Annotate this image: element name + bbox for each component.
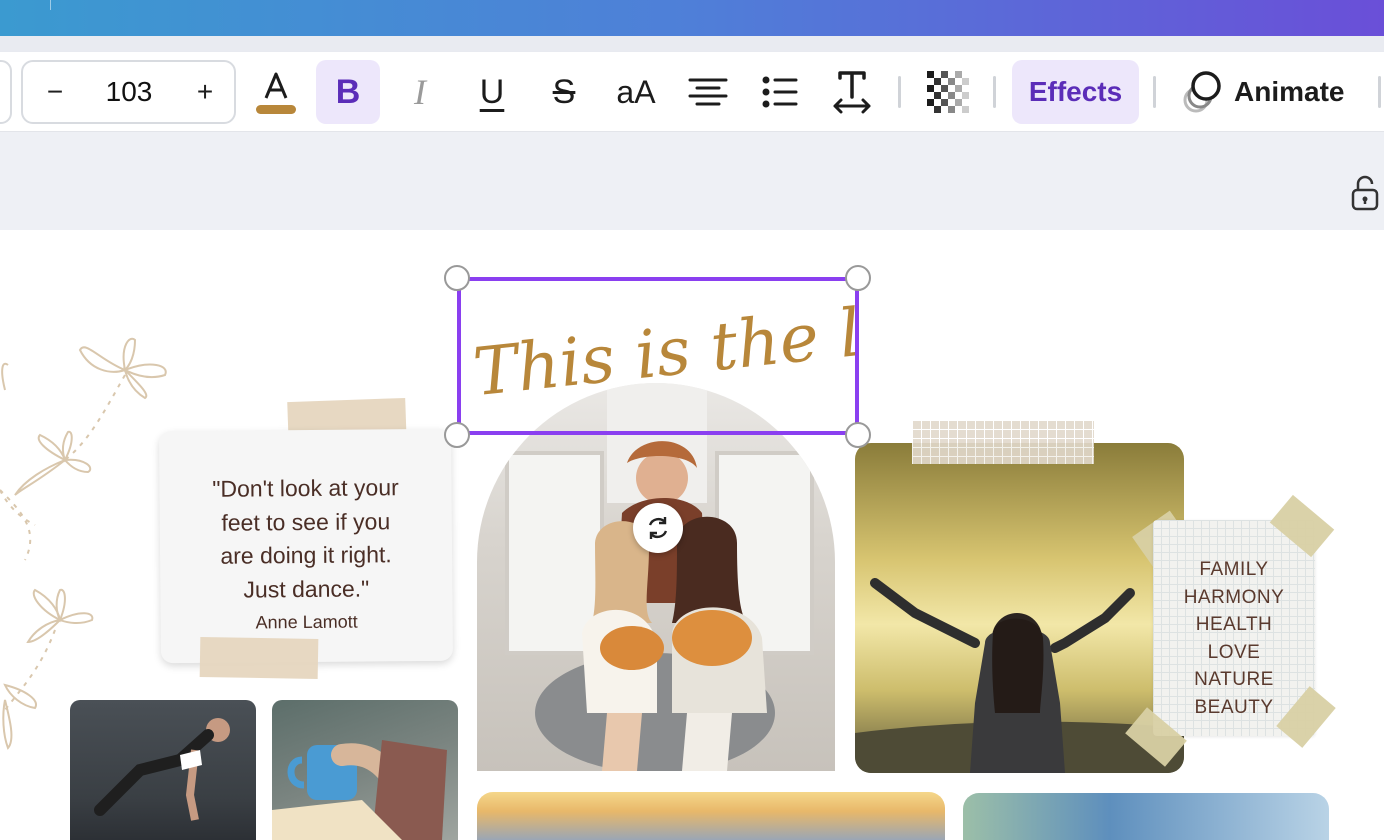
header-gap bbox=[0, 36, 1384, 52]
animate-icon bbox=[1183, 71, 1221, 113]
lock-icon bbox=[1351, 175, 1379, 211]
effects-button[interactable]: Effects bbox=[1012, 60, 1139, 124]
toolbar-divider bbox=[898, 76, 901, 108]
bold-icon: B bbox=[335, 72, 361, 111]
family-photo[interactable] bbox=[477, 383, 835, 771]
strikethrough-button[interactable]: S bbox=[536, 60, 592, 124]
font-size-input[interactable]: 103 bbox=[79, 74, 179, 110]
italic-icon: I bbox=[414, 72, 426, 112]
resize-handle-top-right[interactable] bbox=[845, 265, 871, 291]
list-button[interactable] bbox=[752, 60, 808, 124]
value-word: HARMONY bbox=[1183, 586, 1285, 608]
quote-line: are doing it right. bbox=[220, 541, 392, 569]
value-word: LOVE bbox=[1207, 641, 1261, 663]
header-divider bbox=[50, 0, 51, 10]
blue-sky-photo[interactable] bbox=[963, 793, 1329, 840]
floral-decoration bbox=[0, 337, 167, 750]
design-canvas[interactable]: "Don't look at your feet to see if you a… bbox=[0, 230, 1384, 840]
editor-header-bar bbox=[0, 0, 1384, 36]
resize-handle-bottom-right[interactable] bbox=[845, 422, 871, 448]
text-toolbar: − 103 + B I U S aA Effects Animate bbox=[0, 52, 1384, 132]
value-word: FAMILY bbox=[1199, 559, 1269, 580]
page-controls-bar bbox=[0, 132, 1384, 230]
text-color-icon bbox=[256, 72, 296, 114]
italic-button[interactable]: I bbox=[392, 60, 448, 124]
toolbar-divider bbox=[993, 76, 996, 108]
rotate-icon bbox=[648, 517, 668, 539]
quote-author: Anne Lamott bbox=[255, 611, 358, 633]
strikethrough-icon: S bbox=[552, 72, 576, 111]
underline-icon: U bbox=[479, 72, 505, 111]
letter-case-icon: aA bbox=[616, 73, 656, 110]
decrease-font-size-button[interactable]: − bbox=[37, 74, 73, 110]
letter-case-button[interactable]: aA bbox=[606, 60, 666, 124]
text-color-button[interactable] bbox=[248, 60, 304, 124]
quote-line: "Don't look at your bbox=[212, 474, 399, 502]
spacing-button[interactable] bbox=[824, 60, 880, 124]
animate-button[interactable]: Animate bbox=[1180, 60, 1370, 124]
resize-handle-top-left[interactable] bbox=[444, 265, 470, 291]
family-photo-illustration bbox=[505, 383, 814, 771]
quote-line: feet to see if you bbox=[221, 507, 391, 536]
title-text: This is the life bbox=[470, 285, 855, 411]
coffee-book-photo[interactable] bbox=[272, 700, 458, 840]
transparency-button[interactable] bbox=[920, 60, 976, 124]
rotate-button[interactable] bbox=[633, 503, 683, 553]
values-list: FAMILY HARMONY HEALTH LOVE NATURE BEAUTY bbox=[1153, 520, 1315, 721]
value-word: HEALTH bbox=[1195, 614, 1273, 635]
lock-button[interactable] bbox=[1350, 174, 1380, 217]
spacing-icon bbox=[833, 71, 871, 114]
coffee-book-illustration bbox=[272, 740, 447, 840]
horizon-photo[interactable] bbox=[477, 792, 945, 840]
values-card[interactable]: FAMILY HARMONY HEALTH LOVE NATURE BEAUTY bbox=[1153, 520, 1315, 736]
title-script-text: This is the life bbox=[470, 285, 855, 411]
font-family-dropdown[interactable] bbox=[0, 60, 12, 124]
transparency-icon bbox=[927, 71, 969, 113]
bullet-list-icon bbox=[762, 76, 798, 108]
align-center-icon bbox=[688, 78, 728, 106]
quote-text: "Don't look at your feet to see if you a… bbox=[159, 471, 452, 608]
align-button[interactable] bbox=[680, 60, 736, 124]
bold-button[interactable]: B bbox=[316, 60, 380, 124]
plank-exercise-photo[interactable] bbox=[70, 700, 256, 840]
animate-label: Animate bbox=[1234, 76, 1345, 107]
tape-decoration bbox=[199, 636, 319, 680]
value-word: NATURE bbox=[1194, 669, 1274, 690]
resize-handle-bottom-left[interactable] bbox=[444, 422, 470, 448]
font-size-stepper: − 103 + bbox=[21, 60, 236, 124]
grid-tape-decoration bbox=[912, 420, 1094, 464]
plank-illustration bbox=[94, 718, 230, 821]
underline-button[interactable]: U bbox=[464, 60, 520, 124]
toolbar-divider bbox=[1153, 76, 1156, 108]
toolbar-divider bbox=[1378, 76, 1381, 108]
quote-card[interactable]: "Don't look at your feet to see if you a… bbox=[158, 428, 454, 664]
increase-font-size-button[interactable]: + bbox=[187, 74, 223, 110]
quote-line: Just dance." bbox=[243, 574, 370, 603]
